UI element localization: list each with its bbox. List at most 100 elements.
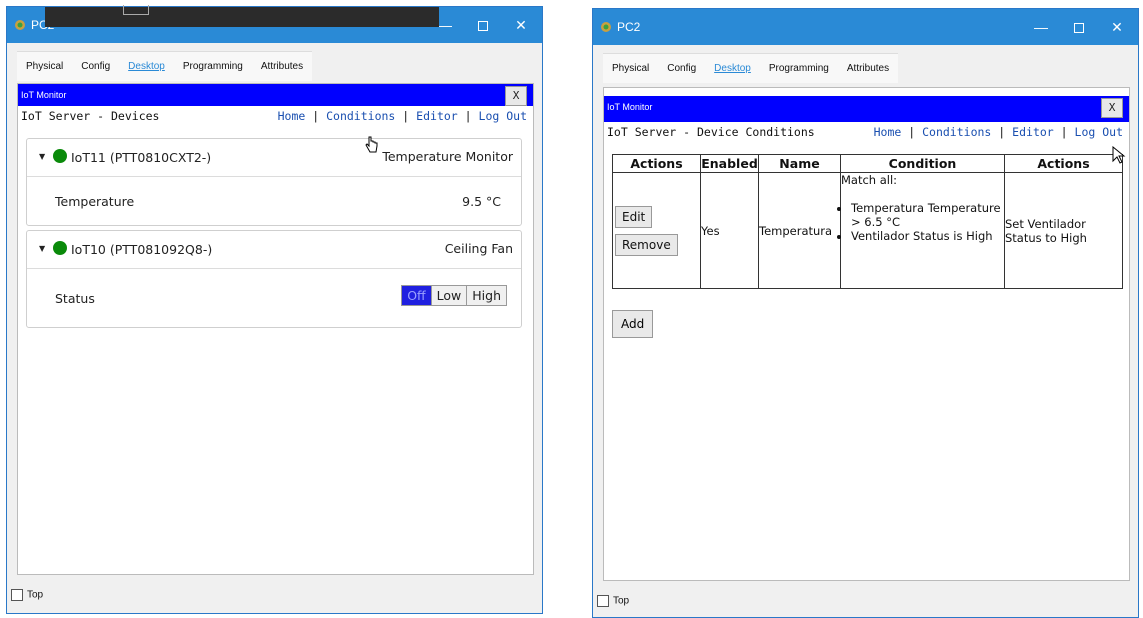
device-property-row: Status Off Low High <box>27 269 521 327</box>
property-value: 9.5 °C <box>462 194 501 209</box>
device-type: Temperature Monitor <box>382 149 513 164</box>
tab-attributes[interactable]: Attributes <box>251 51 313 81</box>
column-header: Condition <box>840 154 1005 173</box>
condition-item: Ventilador Status is High <box>851 229 1004 243</box>
nav-editor-link[interactable]: Editor <box>1012 125 1054 139</box>
nav-home-link[interactable]: Home <box>278 109 306 123</box>
nav-links: Home | Conditions | Editor | Log Out <box>278 109 527 123</box>
table-row: Edit Remove Yes Temperatura Match all: T… <box>612 172 1123 289</box>
overlay-bar <box>45 5 439 27</box>
desktop-content: IoT Monitor X IoT Server - Devices Home … <box>17 83 534 575</box>
condition-item: Temperatura Temperature > 6.5 °C <box>851 201 1004 229</box>
nav-logout-link[interactable]: Log Out <box>1075 125 1123 139</box>
device-name: IoT11 (PTT0810CXT2-) <box>71 150 212 165</box>
nav-separator: | <box>312 109 320 123</box>
top-checkbox-label: Top <box>27 589 44 601</box>
nav-separator: | <box>464 109 472 123</box>
add-button[interactable]: Add <box>612 310 654 338</box>
hand-cursor-icon <box>365 136 378 153</box>
fan-status-selector: Off Low High <box>401 285 507 306</box>
action-cell: Set Ventilador Status to High <box>1004 172 1123 289</box>
top-checkbox[interactable]: Top <box>11 589 43 601</box>
maximize-button[interactable] <box>468 13 498 37</box>
top-checkbox-label: Top <box>613 595 630 607</box>
device-card-iot10: ▼ IoT10 (PTT081092Q8-) Ceiling Fan Statu… <box>26 230 522 328</box>
tab-config[interactable]: Config <box>658 53 706 83</box>
row-actions-cell: Edit Remove <box>612 172 701 289</box>
device-header[interactable]: ▼ IoT11 (PTT0810CXT2-) Temperature Monit… <box>27 139 521 177</box>
column-header: Actions <box>612 154 701 173</box>
nav-conditions-link[interactable]: Conditions <box>922 125 991 139</box>
device-type: Ceiling Fan <box>444 241 513 256</box>
status-option-low[interactable]: Low <box>431 286 468 305</box>
close-monitor-button[interactable]: X <box>1101 98 1123 118</box>
desktop-content: IoT Monitor X IoT Server - Device Condit… <box>603 87 1130 581</box>
condition-cell: Match all: Temperatura Temperature > 6.5… <box>840 172 1005 289</box>
tab-programming[interactable]: Programming <box>173 51 252 81</box>
nav-editor-link[interactable]: Editor <box>416 109 458 123</box>
arrow-cursor-icon <box>1112 146 1126 164</box>
device-card-iot11: ▼ IoT11 (PTT0810CXT2-) Temperature Monit… <box>26 138 522 226</box>
left-window: PC2 — ✕ Physical Config Desktop Programm… <box>6 5 543 614</box>
nav-links: Home | Conditions | Editor | Log Out <box>874 125 1123 139</box>
page-title: IoT Server - Devices <box>21 109 160 123</box>
maximize-button[interactable] <box>1064 15 1094 39</box>
status-option-off[interactable]: Off <box>402 286 432 305</box>
tab-bar: Physical Config Desktop Programming Attr… <box>603 53 899 83</box>
close-window-button[interactable]: ✕ <box>1102 15 1132 39</box>
nav-home-link[interactable]: Home <box>874 125 902 139</box>
checkbox-box[interactable] <box>597 595 609 607</box>
server-header: IoT Server - Devices Home | Conditions |… <box>18 106 533 128</box>
status-dot-icon <box>53 149 67 163</box>
property-label: Temperature <box>55 194 135 209</box>
condition-title: Match all: <box>841 173 898 187</box>
device-property-row: Temperature 9.5 °C <box>27 177 521 225</box>
column-header: Actions <box>1004 154 1123 173</box>
nav-conditions-link[interactable]: Conditions <box>326 109 395 123</box>
server-header: IoT Server - Device Conditions Home | Co… <box>604 122 1129 144</box>
right-window: PC2 — ✕ Physical Config Desktop Programm… <box>592 8 1139 618</box>
tab-attributes[interactable]: Attributes <box>837 53 899 83</box>
edit-button[interactable]: Edit <box>615 205 653 228</box>
device-name: IoT10 (PTT081092Q8-) <box>71 242 213 257</box>
device-header[interactable]: ▼ IoT10 (PTT081092Q8-) Ceiling Fan <box>27 231 521 269</box>
tab-desktop[interactable]: Desktop <box>119 51 174 81</box>
page-title: IoT Server - Device Conditions <box>607 125 815 139</box>
conditions-table: Actions Enabled Name Condition Actions E… <box>612 154 1123 289</box>
chevron-down-icon[interactable]: ▼ <box>39 244 45 253</box>
tab-physical[interactable]: Physical <box>603 53 659 83</box>
minimize-button[interactable]: — <box>1026 15 1056 39</box>
title-bar: PC2 — ✕ <box>593 9 1138 45</box>
column-header: Name <box>758 154 841 173</box>
tab-config[interactable]: Config <box>72 51 120 81</box>
top-checkbox[interactable]: Top <box>597 595 629 607</box>
nav-logout-link[interactable]: Log Out <box>479 109 527 123</box>
nav-separator: | <box>908 125 916 139</box>
tab-programming[interactable]: Programming <box>759 53 838 83</box>
property-label: Status <box>55 291 95 306</box>
nav-separator: | <box>402 109 410 123</box>
iot-monitor-label: IoT Monitor <box>21 90 67 100</box>
chevron-down-icon[interactable]: ▼ <box>39 152 45 161</box>
tab-desktop[interactable]: Desktop <box>705 53 760 83</box>
iot-monitor-label: IoT Monitor <box>607 102 653 112</box>
iot-monitor-bar: IoT Monitor X <box>18 84 533 106</box>
status-option-high[interactable]: High <box>467 286 506 305</box>
tab-physical[interactable]: Physical <box>17 51 73 81</box>
condition-list: Temperatura Temperature > 6.5 °C Ventila… <box>851 201 1004 243</box>
status-dot-icon <box>53 241 67 255</box>
name-cell: Temperatura <box>758 172 841 289</box>
close-window-button[interactable]: ✕ <box>506 13 536 37</box>
enabled-cell: Yes <box>700 172 759 289</box>
remove-button[interactable]: Remove <box>615 233 678 256</box>
app-icon <box>15 20 25 30</box>
nav-separator: | <box>1060 125 1068 139</box>
tab-bar: Physical Config Desktop Programming Attr… <box>17 51 313 81</box>
column-header: Enabled <box>700 154 759 173</box>
window-title: PC2 <box>617 20 641 34</box>
close-monitor-button[interactable]: X <box>505 86 527 106</box>
checkbox-box[interactable] <box>11 589 23 601</box>
nav-separator: | <box>998 125 1006 139</box>
app-icon <box>601 22 611 32</box>
table-header-row: Actions Enabled Name Condition Actions <box>612 154 1123 173</box>
